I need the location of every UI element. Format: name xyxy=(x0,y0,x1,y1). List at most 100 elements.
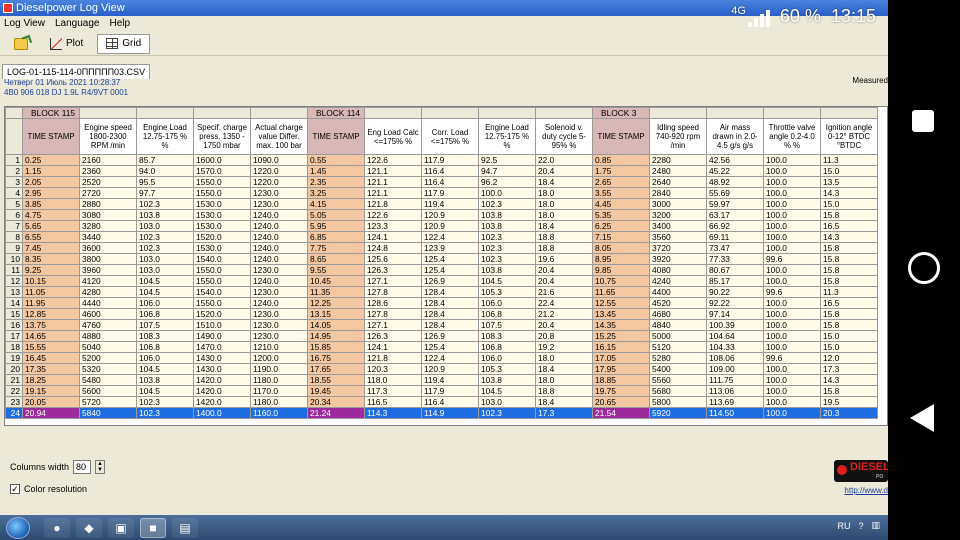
table-cell[interactable]: 8.05 xyxy=(592,242,650,254)
table-cell[interactable]: 1240.0 xyxy=(250,275,308,287)
table-cell[interactable]: 13.75 xyxy=(22,319,80,331)
table-cell[interactable]: 5280 xyxy=(649,352,707,364)
table-cell[interactable]: 1600.0 xyxy=(193,154,251,166)
table-cell[interactable]: 103.8 xyxy=(136,374,194,386)
table-cell[interactable]: 100.0 xyxy=(763,341,821,353)
explorer-task-icon[interactable]: ▣ xyxy=(108,517,134,538)
table-cell[interactable]: 104.5 xyxy=(478,385,536,397)
table-cell[interactable]: 20.3 xyxy=(820,407,878,419)
table-cell[interactable]: 124.1 xyxy=(364,341,422,353)
table-cell[interactable]: 16.75 xyxy=(307,352,365,364)
table-cell[interactable]: 4080 xyxy=(649,264,707,276)
table-cell[interactable]: 7.15 xyxy=(592,231,650,243)
table-cell[interactable]: 10.75 xyxy=(592,275,650,287)
table-cell[interactable]: 102.3 xyxy=(478,231,536,243)
table-cell[interactable]: 5680 xyxy=(649,385,707,397)
dieselpower-task-icon[interactable]: ■ xyxy=(140,517,166,538)
table-cell[interactable]: 3720 xyxy=(649,242,707,254)
table-cell[interactable]: 103.0 xyxy=(136,264,194,276)
table-row[interactable]: 16 13.75 4760 107.5 1510.0 1230.0 14.05 127.1 12… xyxy=(5,319,878,331)
table-cell[interactable]: 1230.0 xyxy=(250,286,308,298)
table-cell[interactable]: 9.85 xyxy=(592,264,650,276)
table-cell[interactable]: 100.0 xyxy=(763,319,821,331)
table-cell[interactable]: 117.9 xyxy=(421,187,479,199)
table-cell[interactable]: 1240.0 xyxy=(250,297,308,309)
back-button[interactable] xyxy=(910,404,934,432)
table-cell[interactable]: 20.4 xyxy=(535,264,593,276)
table-cell[interactable]: 109.00 xyxy=(706,363,764,375)
table-cell[interactable]: 20.4 xyxy=(535,319,593,331)
column-header[interactable]: TIME STAMP xyxy=(307,118,365,155)
table-cell[interactable]: 4880 xyxy=(79,330,137,342)
table-cell[interactable]: 126.3 xyxy=(364,264,422,276)
table-cell[interactable]: 113.69 xyxy=(706,396,764,408)
table-cell[interactable]: 99.6 xyxy=(763,253,821,265)
table-cell[interactable]: 1230.0 xyxy=(250,187,308,199)
table-cell[interactable]: 4.75 xyxy=(22,209,80,221)
table-cell[interactable]: 3080 xyxy=(79,209,137,221)
table-cell[interactable]: 18.85 xyxy=(592,374,650,386)
table-cell[interactable]: 1550.0 xyxy=(193,275,251,287)
table-cell[interactable]: 15.8 xyxy=(820,242,878,254)
table-cell[interactable]: 1420.0 xyxy=(193,396,251,408)
table-cell[interactable]: 85.7 xyxy=(136,154,194,166)
table-cell[interactable]: 11.95 xyxy=(22,297,80,309)
table-cell[interactable]: 18.0 xyxy=(535,209,593,221)
table-cell[interactable]: 4520 xyxy=(649,297,707,309)
table-cell[interactable]: 106.0 xyxy=(136,352,194,364)
table-cell[interactable]: 116.4 xyxy=(421,165,479,177)
color-resolution-checkbox[interactable]: ✓ xyxy=(10,484,20,494)
table-row[interactable]: 10 8.35 3800 103.0 1540.0 1240.0 8.65 125.6 125.… xyxy=(5,253,878,265)
table-cell[interactable]: 1.45 xyxy=(307,165,365,177)
table-cell[interactable]: 122.4 xyxy=(421,231,479,243)
table-cell[interactable]: 128.4 xyxy=(421,286,479,298)
table-cell[interactable]: 5120 xyxy=(649,341,707,353)
table-cell[interactable]: 20.65 xyxy=(592,396,650,408)
column-header[interactable]: Air mass drawn in 2.0-4.5 g/s g/s xyxy=(706,118,764,155)
column-header[interactable]: Engine Load 12.75-175 % % xyxy=(136,118,194,155)
table-cell[interactable]: 21.2 xyxy=(535,308,593,320)
table-row[interactable]: 14 11.95 4440 106.0 1550.0 1240.0 12.25 128.6 12… xyxy=(5,297,878,309)
table-cell[interactable]: 114.3 xyxy=(364,407,422,419)
table-cell[interactable]: 20.34 xyxy=(307,396,365,408)
table-row[interactable]: 18 15.55 5040 106.8 1470.0 1210.0 15.85 124.1 12… xyxy=(5,341,878,353)
table-cell[interactable]: 99.6 xyxy=(763,352,821,364)
table-cell[interactable]: 106.8 xyxy=(136,308,194,320)
table-cell[interactable]: 5000 xyxy=(649,330,707,342)
column-header[interactable]: Corr. Load <=175% % xyxy=(421,118,479,155)
table-cell[interactable]: 15.0 xyxy=(820,341,878,353)
table-cell[interactable]: 5200 xyxy=(79,352,137,364)
table-cell[interactable]: 103.8 xyxy=(478,264,536,276)
table-cell[interactable]: 119.4 xyxy=(421,198,479,210)
table-cell[interactable]: 18.55 xyxy=(307,374,365,386)
table-cell[interactable]: 18.0 xyxy=(535,374,593,386)
table-cell[interactable]: 100.0 xyxy=(763,231,821,243)
table-cell[interactable]: 114.9 xyxy=(421,407,479,419)
table-cell[interactable]: 12.25 xyxy=(307,297,365,309)
table-cell[interactable]: 16.45 xyxy=(22,352,80,364)
table-cell[interactable]: 1430.0 xyxy=(193,352,251,364)
table-cell[interactable]: 102.3 xyxy=(136,407,194,419)
table-cell[interactable]: 1520.0 xyxy=(193,308,251,320)
column-header[interactable]: Engine speed 1800-2300 RPM /min xyxy=(79,118,137,155)
table-cell[interactable]: 122.6 xyxy=(364,154,422,166)
table-cell[interactable]: 106.0 xyxy=(478,352,536,364)
table-cell[interactable]: 5600 xyxy=(79,385,137,397)
table-cell[interactable]: 2840 xyxy=(649,187,707,199)
table-cell[interactable]: 128.6 xyxy=(364,297,422,309)
tray-language[interactable]: RU xyxy=(837,521,850,531)
column-header[interactable]: TIME STAMP xyxy=(22,118,80,155)
table-cell[interactable]: 5560 xyxy=(649,374,707,386)
table-cell[interactable]: 106.8 xyxy=(478,341,536,353)
table-cell[interactable]: 15.25 xyxy=(592,330,650,342)
table-cell[interactable]: 2160 xyxy=(79,154,137,166)
table-cell[interactable]: 124.1 xyxy=(364,231,422,243)
table-cell[interactable]: 106.0 xyxy=(478,297,536,309)
table-cell[interactable]: 103.8 xyxy=(136,209,194,221)
table-cell[interactable]: 102.3 xyxy=(478,253,536,265)
table-cell[interactable]: 1200.0 xyxy=(250,352,308,364)
table-cell[interactable]: 14.3 xyxy=(820,187,878,199)
table-cell[interactable]: 1180.0 xyxy=(250,374,308,386)
table-cell[interactable]: 120.9 xyxy=(421,363,479,375)
table-cell[interactable]: 119.4 xyxy=(421,374,479,386)
